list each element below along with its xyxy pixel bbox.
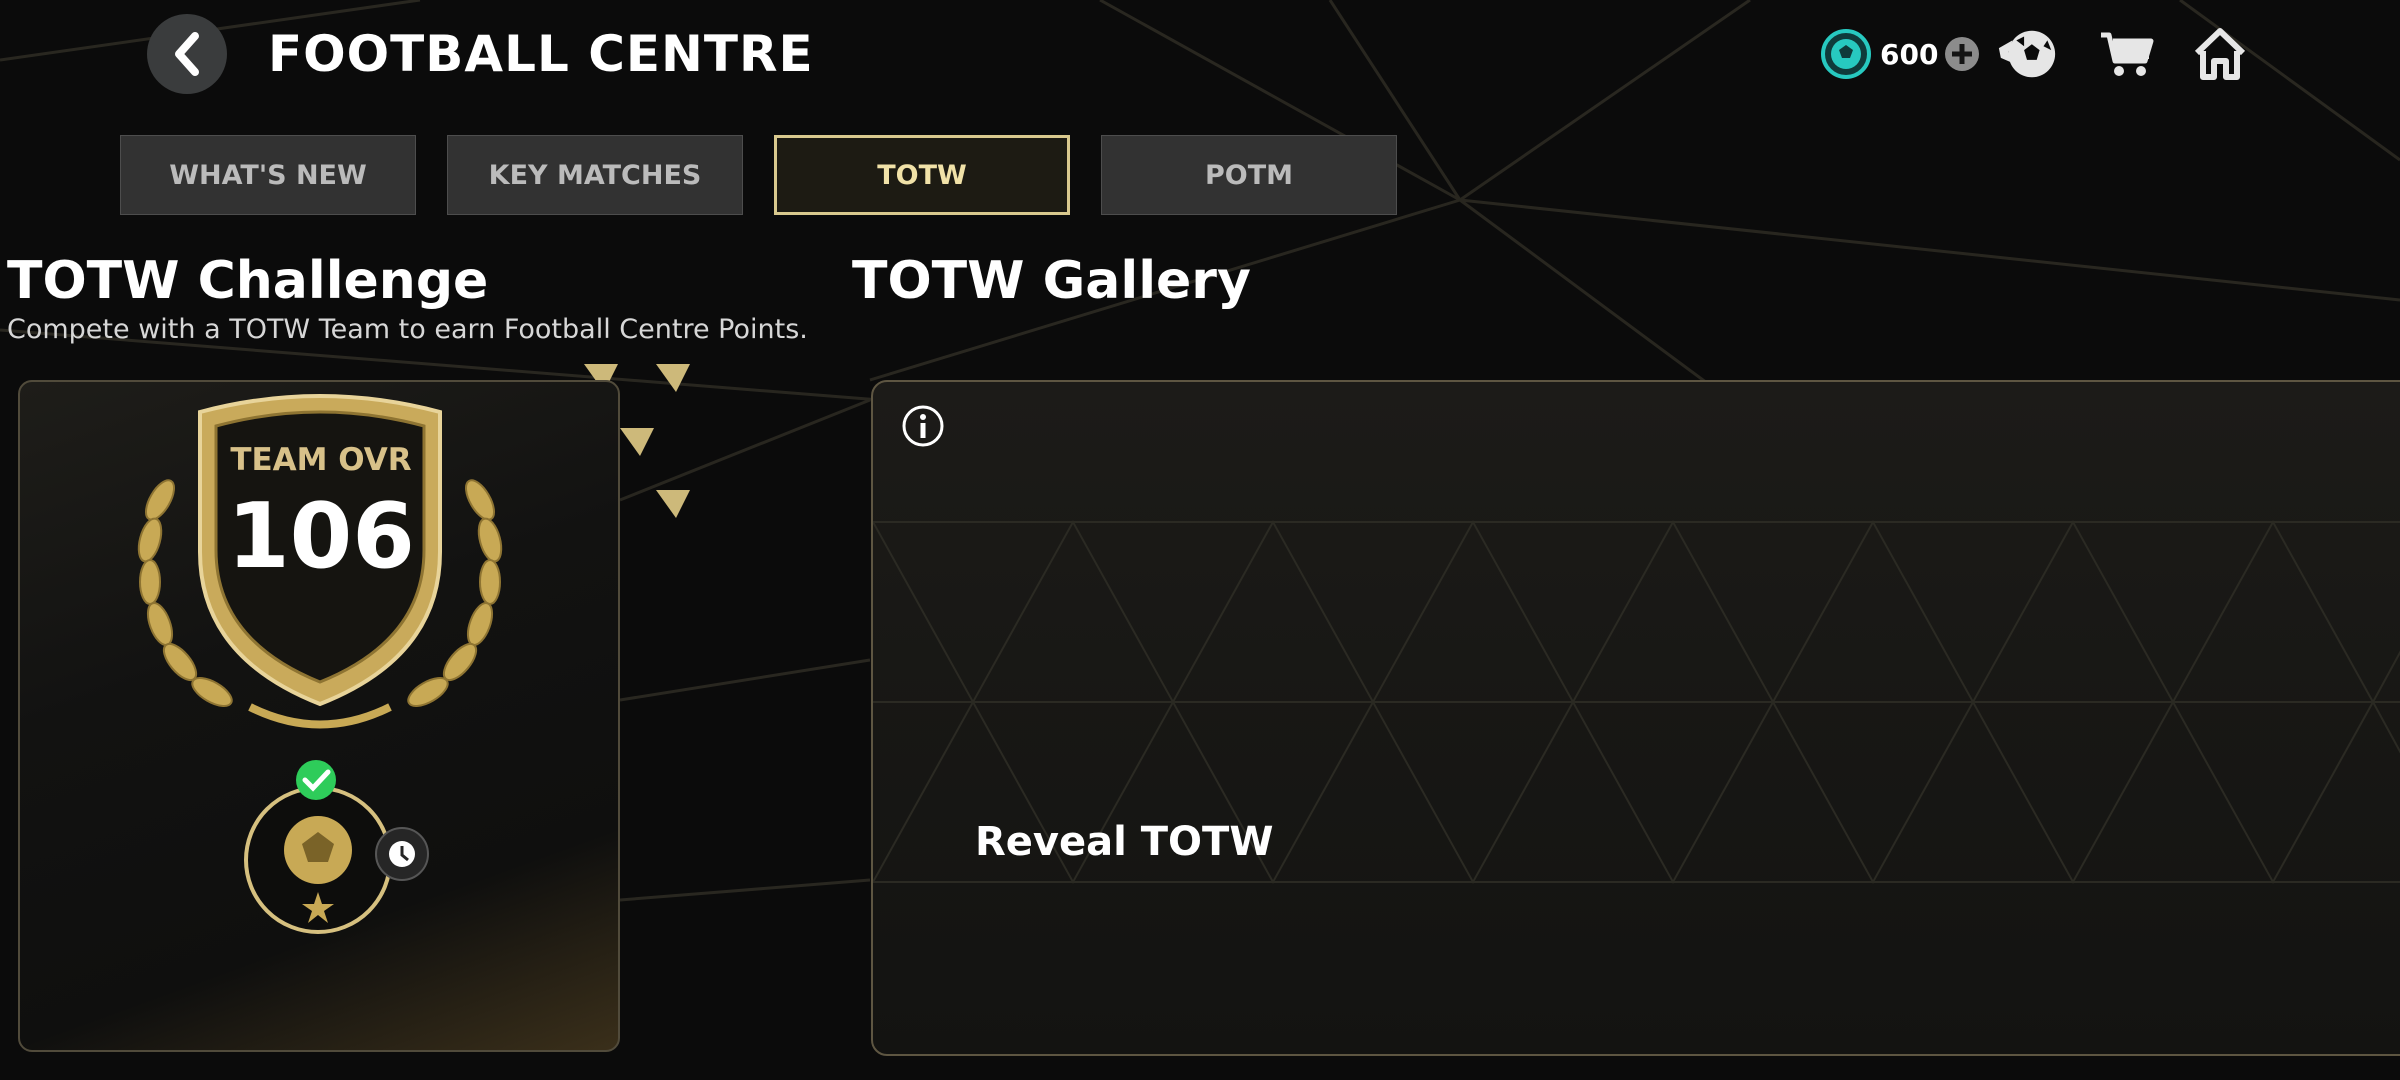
team-ovr-label: TEAM OVR (230, 442, 412, 478)
coin-balance[interactable]: 600 (1820, 26, 1980, 82)
coin-count: 600 (1880, 37, 1939, 71)
reveal-totw-button[interactable]: Reveal TOTW (975, 819, 1273, 865)
team-ovr-value: 106 (227, 484, 415, 589)
home-icon (2194, 28, 2246, 80)
cart-icon (2101, 32, 2154, 76)
totw-challenge-card[interactable]: TEAM OVR 106 (18, 380, 620, 1052)
football-coin-icon (1821, 29, 1871, 79)
challenge-title: TOTW Challenge (7, 251, 489, 311)
ball-icon (1998, 30, 2056, 78)
ball-packs-icon[interactable] (1995, 24, 2059, 84)
home-button[interactable] (2188, 24, 2252, 84)
page-title: FOOTBALL CENTRE (268, 25, 814, 83)
tab-totw[interactable]: TOTW (774, 135, 1070, 215)
gallery-title: TOTW Gallery (852, 251, 1251, 311)
tab-potm[interactable]: POTM (1101, 135, 1397, 215)
tab-whats-new[interactable]: WHAT'S NEW (120, 135, 416, 215)
chevron-left-icon (175, 32, 199, 76)
gallery-pattern (873, 519, 2400, 885)
totw-gallery-card[interactable]: Reveal TOTW (871, 380, 2400, 1056)
plus-circle-icon[interactable] (1944, 36, 1980, 72)
back-button[interactable] (147, 14, 227, 94)
info-icon[interactable] (901, 404, 945, 448)
checkmark-icon (296, 760, 336, 800)
tab-key-matches[interactable]: KEY MATCHES (447, 135, 743, 215)
challenge-subtitle: Compete with a TOTW Team to earn Footbal… (7, 314, 808, 345)
store-button[interactable] (2095, 24, 2159, 84)
